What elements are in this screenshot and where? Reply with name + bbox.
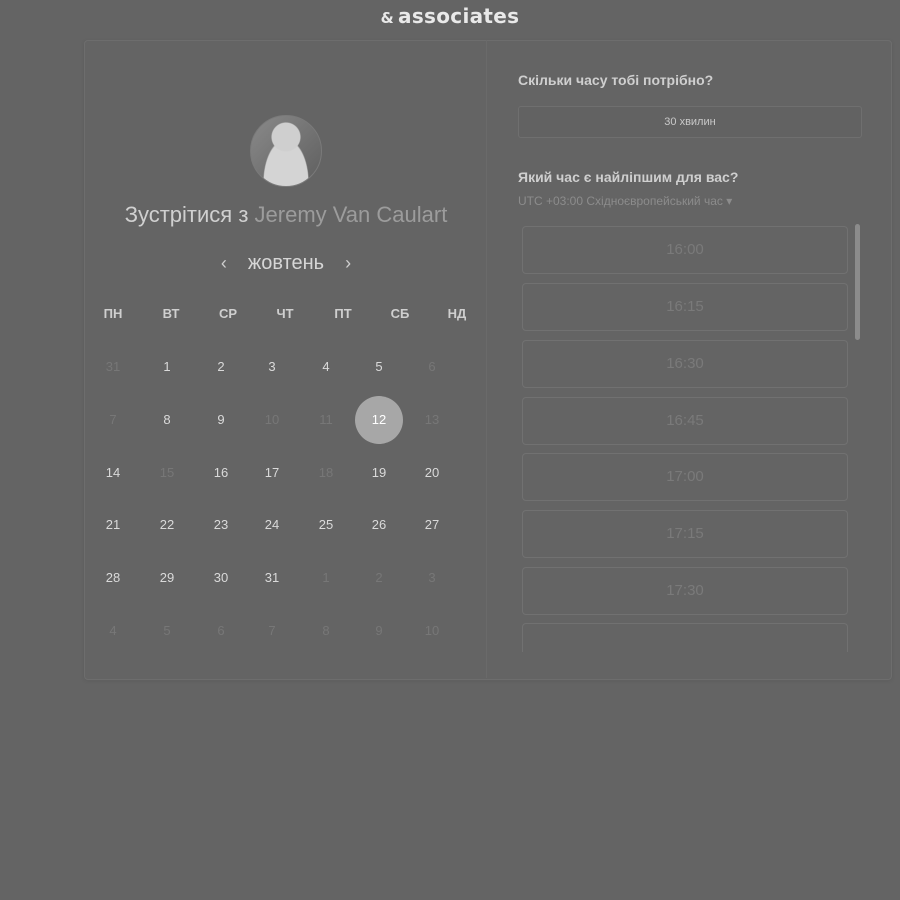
time-slot[interactable]: 17:15: [522, 510, 848, 558]
time-slot[interactable]: 16:15: [522, 283, 848, 331]
time-slot[interactable]: 16:00: [522, 226, 848, 274]
time-slot[interactable]: [522, 623, 848, 652]
time-slot-scrollbar[interactable]: [855, 224, 860, 340]
time-slot-list: 16:00 16:15 16:30 16:45 17:00 17:15 17:3…: [0, 0, 900, 652]
time-slot[interactable]: 16:30: [522, 340, 848, 388]
time-slot[interactable]: 17:30: [522, 567, 848, 615]
time-slot[interactable]: 17:00: [522, 453, 848, 501]
time-slot[interactable]: 16:45: [522, 397, 848, 445]
